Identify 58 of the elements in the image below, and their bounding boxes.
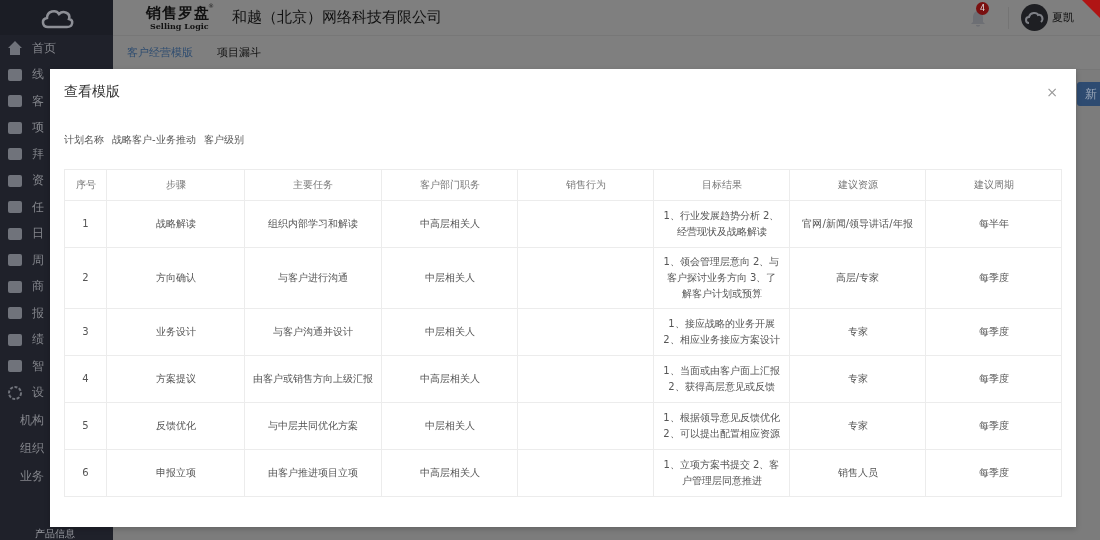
table-cell-text: 中层相关人	[424, 325, 475, 339]
table-cell-text: 每季度	[978, 372, 1009, 386]
table-cell-text: 1	[82, 217, 89, 231]
table-cell-text: 方向确认	[155, 271, 196, 285]
table-cell-text: 销售人员	[837, 466, 878, 480]
table-cell-text: 5	[82, 419, 89, 433]
table-cell-text: 反馈优化	[155, 419, 196, 433]
table-cell-text: 中高层相关人	[419, 217, 480, 231]
column-header: 主要任务	[244, 169, 382, 201]
table-cell-text: 1、接应战略的业务开展 2、相应业务接应方案设计	[662, 317, 781, 347]
table-cell-text: 1、根据领导意见反馈优化 2、可以提出配置相应资源	[662, 411, 781, 441]
column-header: 目标结果	[653, 169, 790, 201]
plan-name: 战略客户-业务推动	[112, 133, 196, 147]
table-cell-text: 与客户进行沟通	[278, 271, 348, 285]
table-cell-text: 2	[82, 271, 89, 285]
table-cell-text: 专家	[847, 325, 868, 339]
column-header: 销售行为	[517, 169, 654, 201]
column-header: 序号	[64, 169, 107, 201]
table-cell-text: 专家	[847, 372, 868, 386]
table-cell-text: 1、行业发展趋势分析 2、经营现状及战略解读	[662, 209, 781, 239]
brand-name: 销售罗盘	[146, 4, 208, 21]
table-cell-text: 1、领会管理层意向 2、与客户探讨业务方向 3、了解客户计划或预算	[662, 255, 781, 301]
table-cell-text: 方案提议	[155, 372, 196, 386]
table-cell-text: 6	[82, 466, 89, 480]
table-cell-text: 由客户或销售方向上级汇报	[253, 372, 373, 386]
table-cell-text: 中高层相关人	[419, 372, 480, 386]
table-cell-text: 与中层共同优化方案	[268, 419, 358, 433]
modal-title: 查看模版	[64, 83, 120, 101]
table-cell-text: 中层相关人	[424, 271, 475, 285]
table-cell-text: 业务设计	[155, 325, 196, 339]
table-cell-text: 每半年	[978, 217, 1009, 231]
table-cell-text: 每季度	[978, 419, 1009, 433]
table-cell-text: 中高层相关人	[419, 466, 480, 480]
table-cell-text: 1、当面或由客户面上汇报 2、获得高层意见或反馈	[662, 364, 781, 394]
table-cell-text: 3	[82, 325, 89, 339]
column-header: 建议资源	[789, 169, 926, 201]
table-cell-text: 1、立项方案书提交 2、客户管理层同意推进	[662, 458, 781, 488]
column-header: 建议周期	[925, 169, 1062, 201]
table-cell-text: 每季度	[978, 325, 1009, 339]
table-cell-text: 专家	[847, 419, 868, 433]
table-cell-text: 申报立项	[155, 466, 196, 480]
table-cell-text: 高层/专家	[835, 271, 880, 285]
column-header: 步骤	[106, 169, 245, 201]
table-cell-text: 战略解读	[155, 217, 196, 231]
table-cell-text: 中层相关人	[424, 419, 475, 433]
column-header: 客户部门职务	[381, 169, 518, 201]
brand-tagline: Selling Logic	[150, 20, 208, 31]
customer-level-label: 客户级别	[203, 133, 244, 147]
notification-badge: 4	[976, 1, 989, 15]
table-cell-text: 与客户沟通并设计	[273, 325, 353, 339]
table-cell-text: 官网/新闻/领导讲话/年报	[802, 217, 913, 231]
plan-label: 计划名称	[64, 133, 104, 147]
table-cell-text: 每季度	[978, 466, 1009, 480]
company-name: 和越（北京）网络科技有限公司	[232, 8, 442, 27]
table-cell-text: 每季度	[978, 271, 1009, 285]
table-cell-text: 由客户推进项目立项	[268, 466, 358, 480]
table-cell-text: 4	[82, 372, 89, 386]
table-cell-text: 组织内部学习和解读	[268, 217, 358, 231]
